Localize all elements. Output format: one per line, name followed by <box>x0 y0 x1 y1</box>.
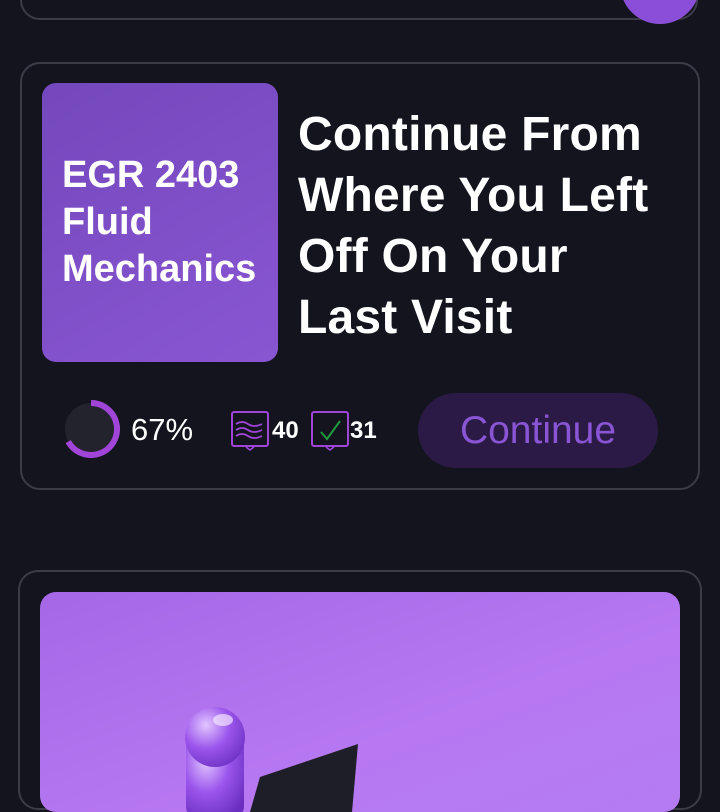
promo-banner-image[interactable] <box>40 592 680 812</box>
completed-icon <box>311 411 349 451</box>
banner-illustration <box>185 707 358 812</box>
ball-shape <box>185 707 245 767</box>
course-title: EGR 2403 Fluid Mechanics <box>62 152 256 293</box>
heading-line: Last Visit <box>298 291 513 344</box>
course-code: EGR 2403 <box>62 154 240 196</box>
previous-card <box>20 0 698 20</box>
heading-line: Continue From <box>298 108 642 161</box>
progress-ring <box>65 400 120 458</box>
avatar[interactable] <box>620 0 700 24</box>
course-name-line2: Mechanics <box>62 248 257 290</box>
continue-button[interactable]: Continue <box>418 393 658 468</box>
lessons-icon <box>231 411 269 451</box>
lessons-count: 40 <box>272 417 299 444</box>
heading-line: Off On Your <box>298 230 568 283</box>
laptop-shape <box>250 744 358 812</box>
progress-percent: 67% <box>131 412 194 447</box>
card-heading: Continue From Where You Left Off On Your… <box>298 104 688 348</box>
course-tile[interactable]: EGR 2403 Fluid Mechanics <box>42 83 278 362</box>
course-name-line1: Fluid <box>62 201 153 243</box>
completed-count: 31 <box>350 417 377 444</box>
heading-line: Where You Left <box>298 169 649 222</box>
